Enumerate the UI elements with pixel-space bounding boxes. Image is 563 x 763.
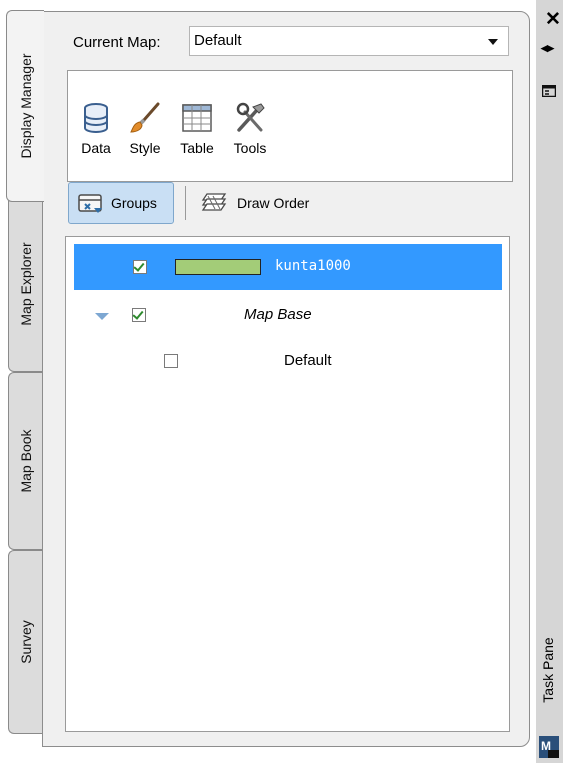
groups-label: Groups <box>111 195 157 211</box>
layer-visibility-checkbox[interactable] <box>164 354 178 368</box>
map-3d-logo-icon: M <box>539 736 559 758</box>
tab-label: Map Explorer <box>17 242 34 326</box>
layer-name: kunta1000 <box>275 258 351 274</box>
table-button[interactable]: Table <box>174 101 220 156</box>
toolbar-divider <box>185 186 186 220</box>
layer-visibility-checkbox[interactable] <box>133 260 147 274</box>
data-label: Data <box>81 140 111 156</box>
table-icon <box>180 101 214 135</box>
layer-style-swatch <box>175 259 261 275</box>
chevron-down-icon[interactable] <box>488 39 498 45</box>
pin-icon[interactable]: ◂▸ <box>541 40 554 56</box>
tool-ribbon: Data Style Table Tools <box>67 70 513 182</box>
tools-label: Tools <box>233 140 267 156</box>
collapse-arrow-icon[interactable] <box>95 313 109 320</box>
tab-map-book[interactable]: Map Book <box>8 372 42 550</box>
draw-order-label: Draw Order <box>237 195 310 211</box>
group-name: Map Base <box>244 306 312 323</box>
current-map-value: Default <box>194 32 242 49</box>
data-button[interactable]: Data <box>76 101 116 156</box>
tab-map-explorer[interactable]: Map Explorer <box>8 196 42 372</box>
layer-name: Default <box>284 352 332 369</box>
database-icon <box>79 101 113 135</box>
task-pane-label: Task Pane <box>540 637 556 703</box>
close-icon[interactable]: ✕ <box>545 8 561 31</box>
layer-group-map-base[interactable]: Map Base <box>66 296 509 342</box>
display-manager-panel: Current Map: Default Data Style Table To… <box>42 11 530 747</box>
properties-icon[interactable] <box>541 84 557 98</box>
table-label: Table <box>180 140 214 156</box>
tab-survey[interactable]: Survey <box>8 550 42 734</box>
style-label: Style <box>129 140 161 156</box>
layer-row-kunta1000[interactable]: kunta1000 <box>74 244 502 290</box>
layer-tree: kunta1000 Map Base Default <box>65 236 510 732</box>
current-map-select[interactable]: Default <box>189 26 509 56</box>
current-map-label: Current Map: <box>73 34 161 51</box>
tab-label: Display Manager <box>17 53 34 159</box>
layer-row-default[interactable]: Default <box>66 340 509 386</box>
style-button[interactable]: Style <box>123 101 167 156</box>
draw-order-icon <box>199 191 229 218</box>
brush-icon <box>128 101 162 135</box>
tab-label: Survey <box>17 620 34 664</box>
groups-button[interactable]: Groups <box>68 182 174 224</box>
group-visibility-checkbox[interactable] <box>132 308 146 322</box>
display-manager-window: Display Manager Map Explorer Map Book Su… <box>0 0 563 763</box>
tab-label: Map Book <box>17 429 34 493</box>
tools-button[interactable]: Tools <box>227 101 273 156</box>
tab-display-manager[interactable]: Display Manager <box>6 10 44 202</box>
tools-icon <box>233 101 267 135</box>
groups-icon <box>76 192 106 219</box>
